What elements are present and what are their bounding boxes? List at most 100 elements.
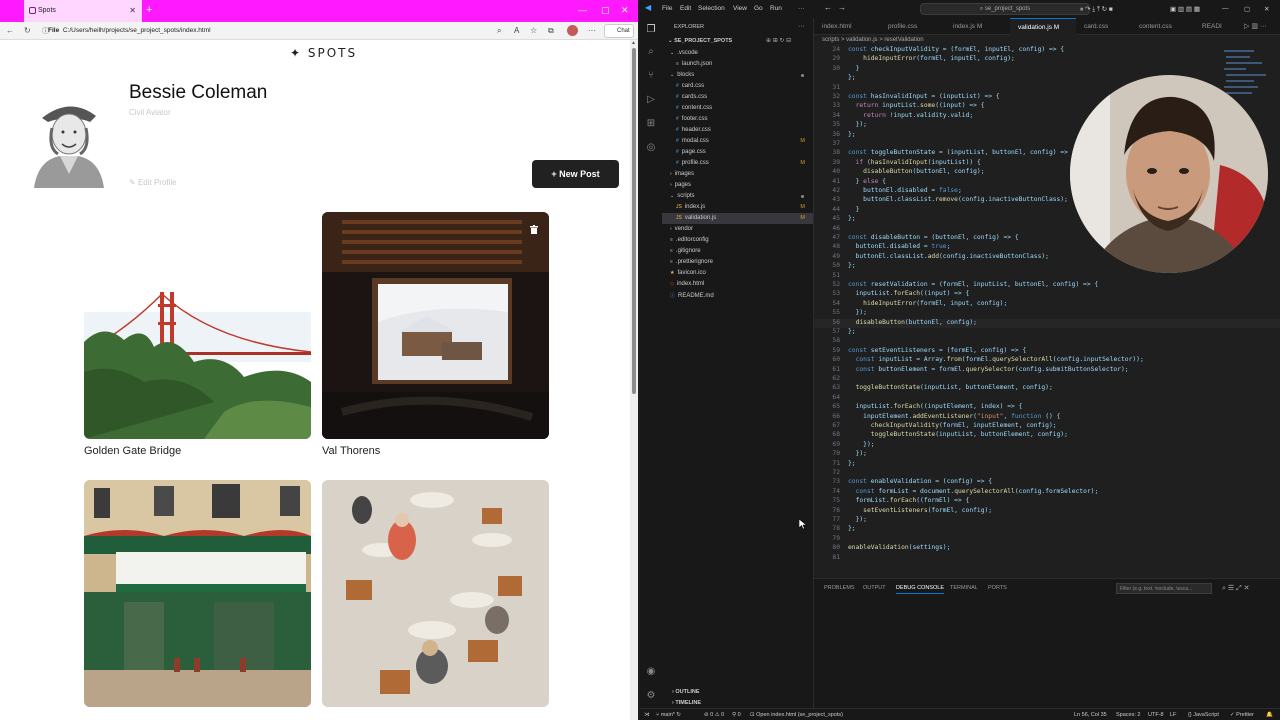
- code-line[interactable]: 29 hideInputError(formEl, inputEl, confi…: [814, 55, 1280, 64]
- code-line[interactable]: 56 disableButton(buttonEl, config);: [814, 318, 1280, 328]
- code-line[interactable]: 66 inputElement.addEventListener("input"…: [814, 413, 1280, 422]
- code-line[interactable]: };: [814, 74, 1280, 83]
- settings-gear-icon[interactable]: ⚙: [645, 690, 657, 702]
- cursor-position[interactable]: Ln 56, Col 35: [1074, 712, 1107, 718]
- menu-file[interactable]: File: [662, 5, 672, 12]
- tree-folder[interactable]: › vendor: [662, 224, 813, 235]
- tree-file[interactable]: JS index.js M: [662, 202, 813, 213]
- card-image-golden-gate[interactable]: [84, 212, 311, 439]
- code-line[interactable]: 61 const buttonElement = formEl.querySel…: [814, 366, 1280, 375]
- code-line[interactable]: 53 inputList.forEach((input) => {: [814, 290, 1280, 299]
- code-line[interactable]: 57};: [814, 328, 1280, 337]
- editor-tab[interactable]: validation.js M: [1010, 18, 1076, 35]
- code-line[interactable]: 79: [814, 535, 1280, 544]
- maximize-icon[interactable]: ▢: [601, 5, 610, 16]
- url-field[interactable]: File C:/Users/heilh/projects/se_project_…: [48, 25, 448, 37]
- close-window-icon[interactable]: ✕: [1264, 5, 1269, 13]
- tree-file[interactable]: # cards.css: [662, 92, 813, 103]
- panel-tab[interactable]: PORTS: [988, 585, 1007, 591]
- code-line[interactable]: 24 const checkInputValidity = (formEl, in…: [814, 46, 1280, 55]
- refresh-icon[interactable]: ↻: [24, 26, 31, 35]
- open-html-status[interactable]: ⊡ Open index.html (se_project_spots): [750, 712, 843, 718]
- source-control-icon[interactable]: ⑂: [645, 70, 657, 82]
- code-line[interactable]: 30 }: [814, 65, 1280, 74]
- code-line[interactable]: 60 const inputList = Array.from(formEl.q…: [814, 356, 1280, 365]
- tree-file[interactable]: ≡ .prettierignore: [662, 257, 813, 268]
- line-endings[interactable]: LF: [1170, 712, 1176, 718]
- code-line[interactable]: 58: [814, 337, 1280, 346]
- editor-tab[interactable]: profile.css: [880, 18, 945, 35]
- tree-file[interactable]: # modal.css M: [662, 136, 813, 147]
- tree-folder[interactable]: ⌄ scripts: [662, 191, 813, 202]
- branch-status[interactable]: ⑂ main* ↻: [656, 712, 681, 718]
- back-icon[interactable]: ←: [824, 3, 832, 12]
- back-icon[interactable]: ←: [6, 26, 14, 35]
- browser-tab[interactable]: Spots ✕: [24, 0, 142, 22]
- tree-folder[interactable]: ⌄ blocks: [662, 70, 813, 81]
- code-line[interactable]: 64: [814, 394, 1280, 403]
- copilot-icon[interactable]: ◎: [645, 142, 657, 154]
- tree-file[interactable]: JS validation.js M: [662, 213, 813, 224]
- editor-tab[interactable]: content.css: [1131, 18, 1194, 35]
- page-scrollbar[interactable]: ▲: [630, 40, 638, 720]
- forward-icon[interactable]: →: [838, 3, 846, 12]
- menu-edit[interactable]: Edit: [680, 5, 691, 12]
- encoding[interactable]: UTF-8: [1148, 712, 1164, 718]
- edit-profile-button[interactable]: ✎ Edit Profile: [129, 178, 177, 187]
- card-image-cafe[interactable]: [322, 480, 549, 707]
- code-line[interactable]: 78};: [814, 525, 1280, 534]
- search-icon[interactable]: ⌕: [645, 46, 657, 58]
- code-line[interactable]: 71};: [814, 460, 1280, 469]
- ports-status[interactable]: ⚲ 0: [732, 712, 741, 718]
- command-center[interactable]: ⌕ se_project_spots: [920, 3, 1090, 15]
- extensions-icon[interactable]: ⊞: [645, 118, 657, 130]
- code-line[interactable]: 52 const resetValidation = (formEl, input…: [814, 281, 1280, 290]
- code-line[interactable]: 70 });: [814, 450, 1280, 459]
- timeline-section[interactable]: › TIMELINE: [672, 700, 701, 706]
- new-post-button[interactable]: + New Post: [532, 160, 619, 188]
- layout-icons[interactable]: ▣ ▥ ▤ ▦: [1170, 5, 1200, 13]
- code-line[interactable]: 63 toggleButtonState(inputList, buttonEl…: [814, 384, 1280, 393]
- notifications-icon[interactable]: 🔔: [1266, 712, 1273, 718]
- card-image-restaurant[interactable]: [84, 480, 311, 707]
- panel-tab[interactable]: OUTPUT: [863, 585, 886, 591]
- editor-tab[interactable]: card.css: [1076, 18, 1131, 35]
- editor-tab[interactable]: index.js M: [945, 18, 1010, 35]
- code-line[interactable]: 75 formList.forEach((formEl) => {: [814, 497, 1280, 506]
- code-line[interactable]: 76 setEventListeners(formEl, config);: [814, 507, 1280, 516]
- more-actions-icon[interactable]: ···: [798, 23, 805, 30]
- tree-file[interactable]: ≡ .editorconfig: [662, 235, 813, 246]
- code-line[interactable]: 69 });: [814, 441, 1280, 450]
- code-line[interactable]: 72: [814, 469, 1280, 478]
- tree-file[interactable]: # footer.css: [662, 114, 813, 125]
- tree-file[interactable]: # content.css: [662, 103, 813, 114]
- code-line[interactable]: 73 const enableValidation = (config) => {: [814, 478, 1280, 487]
- editor-tab[interactable]: index.html: [814, 18, 880, 35]
- indentation[interactable]: Spaces: 2: [1116, 712, 1140, 718]
- collections-icon[interactable]: ⧉: [548, 26, 554, 36]
- card-image-val-thorens[interactable]: [322, 212, 549, 439]
- minimize-icon[interactable]: —: [578, 5, 587, 15]
- remote-icon[interactable]: ⋊: [644, 712, 650, 718]
- tree-file[interactable]: # header.css: [662, 125, 813, 136]
- menu-go[interactable]: Go: [754, 5, 763, 12]
- maximize-icon[interactable]: ▢: [1244, 5, 1250, 13]
- favorite-icon[interactable]: ☆: [530, 26, 537, 35]
- panel-tab[interactable]: DEBUG CONSOLE: [896, 585, 944, 594]
- code-line[interactable]: 81: [814, 554, 1280, 563]
- panel-filter-input[interactable]: Filter (e.g. text, !exclude, \esca...: [1116, 583, 1212, 594]
- code-line[interactable]: 55 });: [814, 309, 1280, 318]
- editor-tab[interactable]: READI: [1194, 18, 1234, 35]
- tree-file[interactable]: # page.css: [662, 147, 813, 158]
- project-folder[interactable]: ⌄ SE_PROJECT_SPOTS: [668, 38, 732, 44]
- panel-tab[interactable]: TERMINAL: [950, 585, 978, 591]
- close-window-icon[interactable]: ✕: [621, 5, 629, 16]
- profile-avatar-icon[interactable]: [567, 25, 578, 36]
- code-line[interactable]: 77 });: [814, 516, 1280, 525]
- read-aloud-icon[interactable]: A: [514, 26, 519, 35]
- copilot-chat-button[interactable]: Chat: [604, 24, 634, 38]
- breadcrumb[interactable]: scripts > validation.js > resetValidatio…: [822, 37, 924, 43]
- code-line[interactable]: 59 const setEventListeners = (formEl, con…: [814, 347, 1280, 356]
- minimize-icon[interactable]: —: [1222, 5, 1229, 12]
- delete-card-icon[interactable]: [530, 221, 538, 234]
